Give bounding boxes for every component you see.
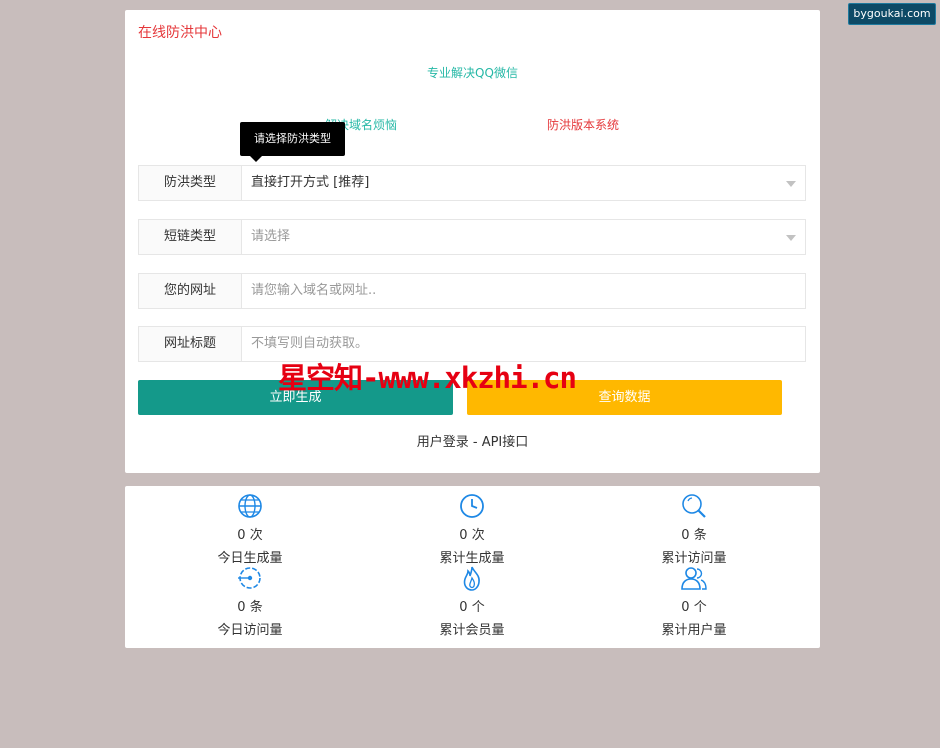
- type-select-value: 直接打开方式 [推荐]: [251, 175, 370, 190]
- url-label: 您的网址: [139, 274, 242, 308]
- users-icon: [681, 567, 707, 590]
- stat-value: 0 个: [459, 600, 485, 615]
- subtitle-link[interactable]: 专业解决QQ微信: [125, 64, 820, 81]
- stat-value: 0 次: [237, 528, 263, 543]
- type-select[interactable]: 直接打开方式 [推荐]: [242, 166, 805, 200]
- short-select[interactable]: 请选择: [242, 220, 805, 254]
- stat-label: 今日访问量: [217, 623, 283, 638]
- site-badge: bygoukai.com: [848, 3, 936, 25]
- stat-label: 累计会员量: [439, 623, 505, 638]
- stat-value: 0 条: [681, 528, 707, 543]
- system-link[interactable]: 防洪版本系统: [547, 116, 619, 133]
- short-select-placeholder: 请选择: [251, 229, 291, 244]
- generator-panel: 在线防洪中心 专业解决QQ微信 解决域名烦恼 防洪版本系统 请选择防洪类型 防洪…: [125, 10, 820, 473]
- stat-today-visits: 0 条 今日访问量: [175, 564, 325, 638]
- footer-links[interactable]: 用户登录 - API接口: [125, 431, 820, 450]
- stat-total-visits: 0 条 累计访问量: [619, 492, 769, 566]
- clock-icon: [460, 494, 484, 518]
- short-row: 短链类型 请选择: [138, 219, 806, 255]
- watermark-text: 星空知-www.xkzhi.cn: [278, 361, 577, 395]
- search-icon: [682, 494, 706, 518]
- stat-value: 0 次: [459, 528, 485, 543]
- page-title: 在线防洪中心: [138, 25, 222, 41]
- chevron-down-icon: [786, 235, 796, 241]
- stat-total-members: 0 个 累计会员量: [397, 564, 547, 638]
- stats-panel: 0 次 今日生成量 0 次 累计生成量 0 条 累计访问量 0 条 今日访问量: [125, 486, 820, 648]
- stat-total-users: 0 个 累计用户量: [619, 564, 769, 638]
- chevron-down-icon: [786, 181, 796, 187]
- url-row: 您的网址 请您输入域名或网址..: [138, 273, 806, 309]
- stat-today-generated: 0 次 今日生成量: [175, 492, 325, 566]
- tooltip: 请选择防洪类型: [240, 122, 345, 162]
- target-icon: [238, 567, 261, 589]
- title-label: 网址标题: [139, 327, 242, 361]
- globe-icon: [238, 494, 262, 518]
- url-input[interactable]: 请您输入域名或网址..: [242, 274, 805, 308]
- short-label: 短链类型: [139, 220, 242, 254]
- type-row: 防洪类型 直接打开方式 [推荐]: [138, 165, 806, 201]
- stat-label: 累计用户量: [661, 623, 727, 638]
- stat-value: 0 条: [237, 600, 263, 615]
- stat-total-generated: 0 次 累计生成量: [397, 492, 547, 566]
- type-label: 防洪类型: [139, 166, 242, 200]
- fire-icon: [463, 566, 480, 591]
- stat-value: 0 个: [681, 600, 707, 615]
